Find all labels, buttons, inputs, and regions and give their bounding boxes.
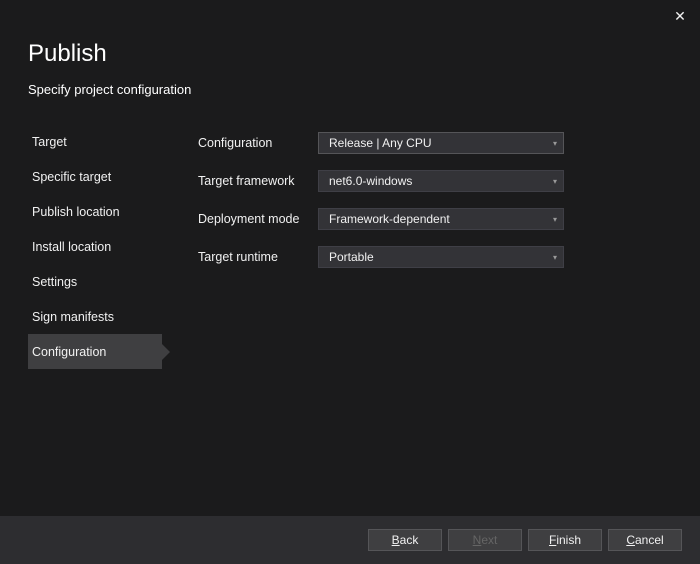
close-icon: ✕ [674, 8, 686, 25]
chevron-down-icon: ▾ [553, 177, 557, 186]
deployment-mode-dropdown[interactable]: Framework-dependent ▾ [318, 208, 564, 230]
field-label: Configuration [198, 136, 318, 150]
content: Target Specific target Publish location … [28, 124, 672, 504]
close-button[interactable]: ✕ [670, 6, 690, 26]
field-row-configuration: Configuration Release | Any CPU ▾ [198, 124, 672, 162]
field-label: Deployment mode [198, 212, 318, 226]
sidebar-item-label: Install location [32, 240, 111, 254]
chevron-down-icon: ▾ [553, 215, 557, 224]
field-row-target-framework: Target framework net6.0-windows ▾ [198, 162, 672, 200]
sidebar-item-label: Configuration [32, 345, 106, 359]
dropdown-value: Release | Any CPU [329, 136, 432, 150]
sidebar-item-label: Settings [32, 275, 77, 289]
back-button[interactable]: Back [368, 529, 442, 551]
page-subtitle: Specify project configuration [28, 82, 191, 97]
footer: Back Next Finish Cancel [0, 516, 700, 564]
sidebar-item-label: Specific target [32, 170, 111, 184]
configuration-form: Configuration Release | Any CPU ▾ Target… [198, 124, 672, 504]
sidebar-item-sign-manifests[interactable]: Sign manifests [28, 299, 162, 334]
field-row-target-runtime: Target runtime Portable ▾ [198, 238, 672, 276]
sidebar-item-label: Target [32, 135, 67, 149]
finish-button[interactable]: Finish [528, 529, 602, 551]
sidebar-item-configuration[interactable]: Configuration [28, 334, 162, 369]
sidebar-item-label: Sign manifests [32, 310, 114, 324]
sidebar-item-specific-target[interactable]: Specific target [28, 159, 162, 194]
chevron-down-icon: ▾ [553, 253, 557, 262]
header: Publish Specify project configuration [28, 40, 191, 97]
field-row-deployment-mode: Deployment mode Framework-dependent ▾ [198, 200, 672, 238]
chevron-down-icon: ▾ [553, 139, 557, 148]
field-label: Target runtime [198, 250, 318, 264]
sidebar-item-install-location[interactable]: Install location [28, 229, 162, 264]
sidebar-item-settings[interactable]: Settings [28, 264, 162, 299]
field-label: Target framework [198, 174, 318, 188]
sidebar-item-publish-location[interactable]: Publish location [28, 194, 162, 229]
dropdown-value: Framework-dependent [329, 212, 450, 226]
target-runtime-dropdown[interactable]: Portable ▾ [318, 246, 564, 268]
sidebar-item-label: Publish location [32, 205, 120, 219]
wizard-steps-sidebar: Target Specific target Publish location … [28, 124, 162, 504]
dropdown-value: Portable [329, 250, 374, 264]
next-button: Next [448, 529, 522, 551]
dropdown-value: net6.0-windows [329, 174, 412, 188]
sidebar-item-target[interactable]: Target [28, 124, 162, 159]
page-title: Publish [28, 40, 191, 68]
target-framework-dropdown[interactable]: net6.0-windows ▾ [318, 170, 564, 192]
configuration-dropdown[interactable]: Release | Any CPU ▾ [318, 132, 564, 154]
cancel-button[interactable]: Cancel [608, 529, 682, 551]
